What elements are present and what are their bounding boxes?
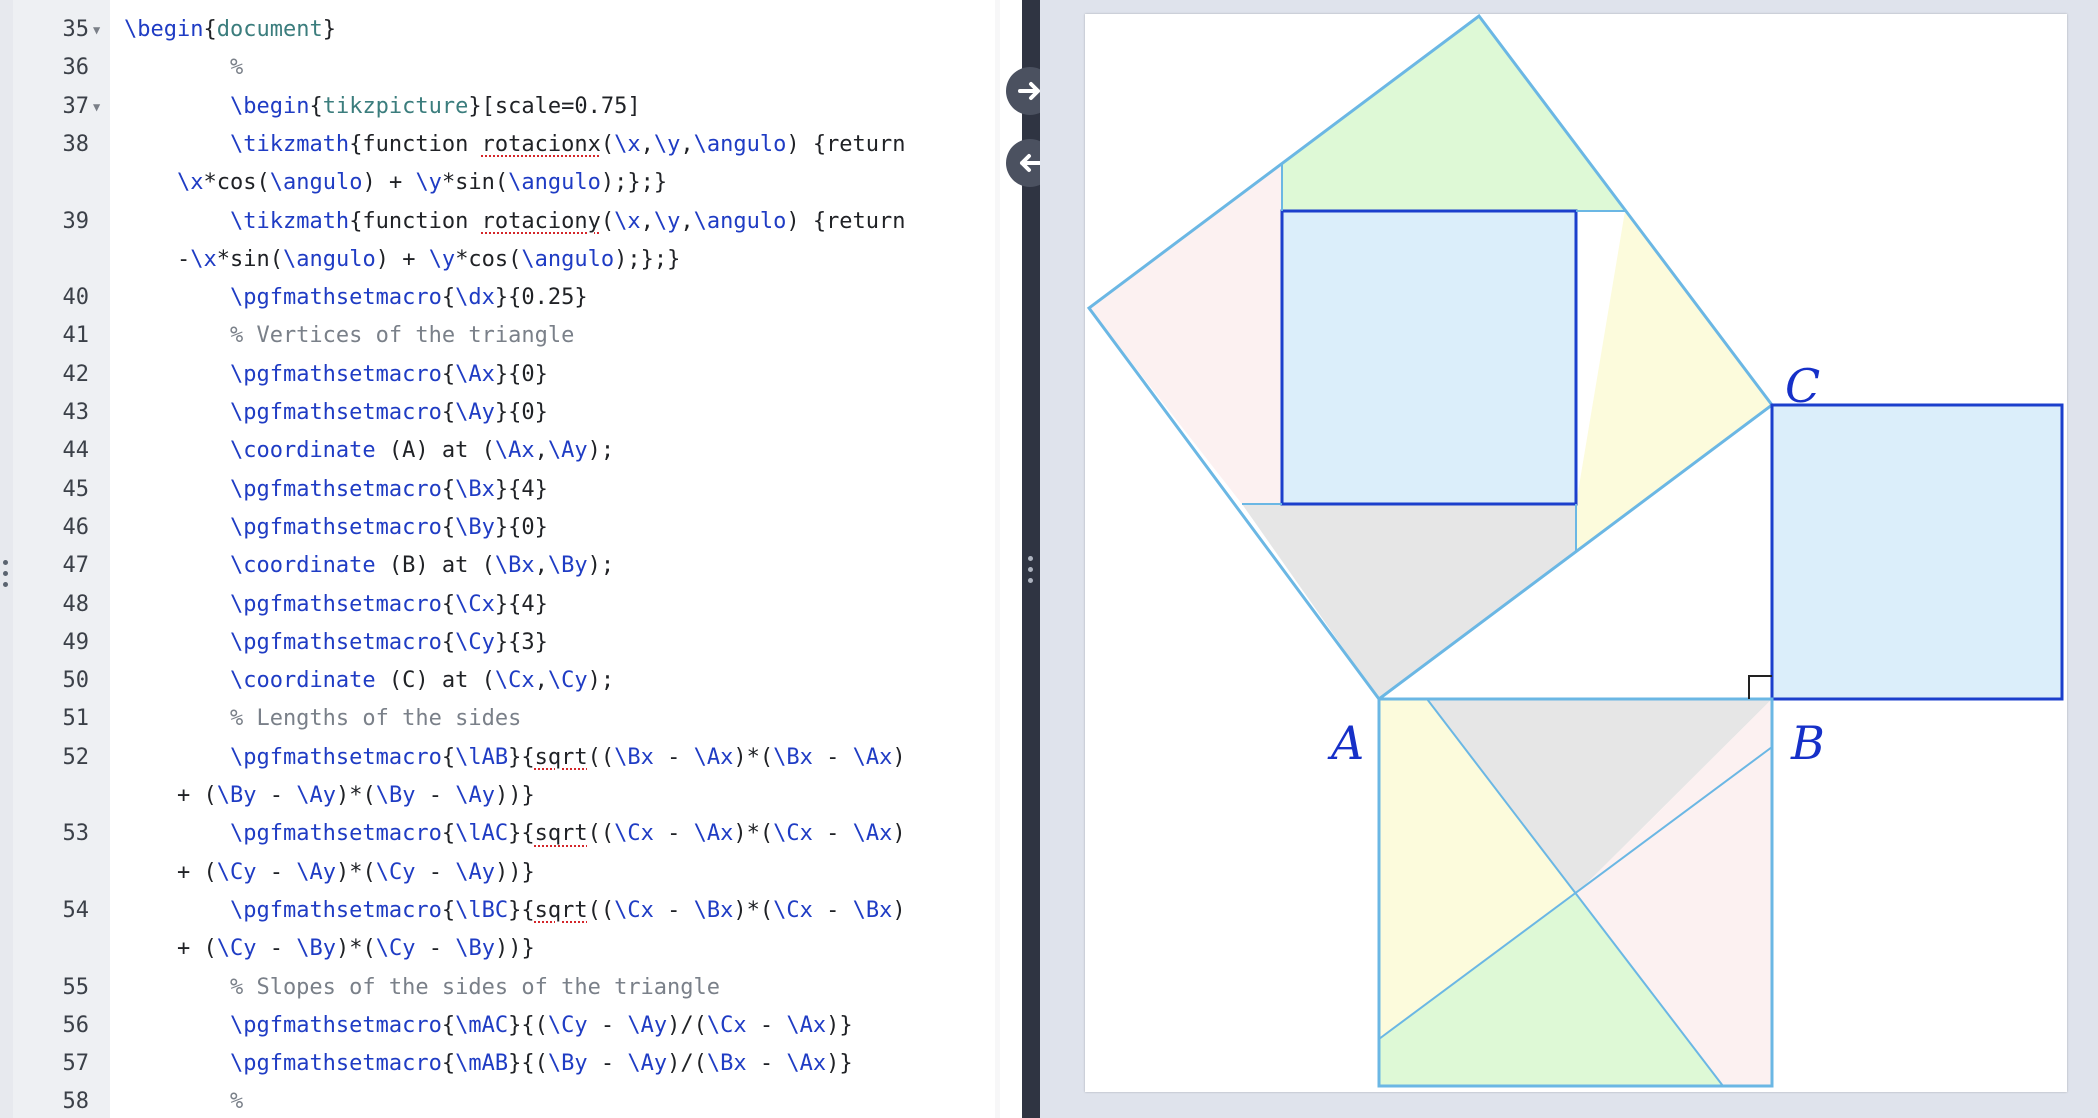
code-line[interactable]: 44 \coordinate (A) at (\Ax,\Ay); bbox=[0, 432, 980, 470]
line-number: 52 bbox=[62, 744, 90, 770]
line-number: 40 bbox=[62, 285, 90, 311]
code-editor[interactable]: 35 ▼ \begin{document} 36 % 37 ▼ \begin{tikzpi… bbox=[0, 0, 1000, 1118]
line-number: 47 bbox=[62, 553, 90, 579]
code-text: \pgfmathsetmacro{\Bx}{4} bbox=[229, 476, 548, 502]
code-line-continuation[interactable]: -\x*sin(\angulo) + \y*cos(\angulo);};} bbox=[0, 241, 980, 279]
code-line-continuation[interactable]: + (\By - \Ay)*(\By - \Ay))} bbox=[0, 777, 980, 815]
code-line[interactable]: 52 \pgfmathsetmacro{\lAB}{sqrt((\Bx - \A… bbox=[0, 739, 980, 777]
line-number: 58 bbox=[62, 1089, 90, 1115]
line-number: 48 bbox=[62, 591, 90, 617]
green-triangle-top bbox=[1282, 16, 1625, 211]
line-number: 57 bbox=[62, 1051, 90, 1077]
code-text: \begin{tikzpicture}[scale=0.75] bbox=[229, 93, 641, 119]
code-text: \pgfmathsetmacro{\Ay}{0} bbox=[229, 400, 548, 425]
label-c: C bbox=[1785, 359, 1820, 413]
pythagoras-figure: A B C bbox=[1086, 14, 2064, 1088]
line-number: 50 bbox=[62, 668, 90, 694]
code-line[interactable]: 48 \pgfmathsetmacro{\Cx}{4} bbox=[0, 586, 980, 624]
code-line[interactable]: 35 ▼ \begin{document} bbox=[0, 11, 980, 49]
code-text: \pgfmathsetmacro{\By}{0} bbox=[229, 514, 548, 540]
code-text: % bbox=[124, 55, 244, 81]
code-line[interactable]: 46 \pgfmathsetmacro{\By}{0} bbox=[0, 509, 980, 547]
code-line[interactable]: 56 \pgfmathsetmacro{\mAC}{(\Cy - \Ay)/(\… bbox=[0, 1007, 980, 1045]
code-line[interactable]: 38 \tikzmath{function rotacionx(\x,\y,\a… bbox=[0, 126, 980, 164]
code-line[interactable]: 51 % Lengths of the sides bbox=[0, 700, 980, 738]
code-line[interactable]: 40 \pgfmathsetmacro{\dx}{0.25} bbox=[0, 279, 980, 317]
code-text: \pgfmathsetmacro{\dx}{0.25} bbox=[229, 285, 588, 311]
code-text: \pgfmathsetmacro{\mAC}{(\Cy - \Ay)/(\Cx … bbox=[229, 1012, 853, 1038]
code-text: + (\Cy - \Ay)*(\Cy - \Ay))} bbox=[177, 859, 535, 885]
code-line[interactable]: 42 \pgfmathsetmacro{\Ax}{0} bbox=[0, 356, 980, 394]
code-text: \x*cos(\angulo) + \y*sin(\angulo);};} bbox=[177, 170, 668, 196]
code-text: \pgfmathsetmacro{\Cy}{3} bbox=[229, 629, 548, 655]
preview-bottom-area bbox=[1040, 1094, 2098, 1118]
right-angle-mark bbox=[1748, 675, 1772, 699]
code-text: \pgfmathsetmacro{\Cx}{4} bbox=[229, 591, 548, 617]
code-text: + (\Cy - \By)*(\Cy - \By))} bbox=[177, 936, 535, 962]
code-text: \pgfmathsetmacro{\lAB}{sqrt((\Bx - \Ax)*… bbox=[229, 744, 906, 770]
code-text: \coordinate (A) at (\Ax,\Ay); bbox=[229, 438, 615, 464]
label-a: A bbox=[1327, 716, 1364, 770]
code-line[interactable]: 36 % bbox=[0, 49, 980, 87]
code-line[interactable]: 49 \pgfmathsetmacro{\Cy}{3} bbox=[0, 624, 980, 662]
code-line[interactable]: 37 ▼ \begin{tikzpicture}[scale=0.75] bbox=[0, 88, 980, 126]
code-text: \pgfmathsetmacro{\lBC}{sqrt((\Cx - \Bx)*… bbox=[229, 897, 906, 923]
code-text: \pgfmathsetmacro{\mAB}{(\By - \Ay)/(\Bx … bbox=[229, 1051, 853, 1077]
code-line-continuation[interactable]: + (\Cy - \Ay)*(\Cy - \Ay))} bbox=[0, 854, 980, 892]
code-text: % Slopes of the sides of the triangle bbox=[124, 974, 721, 1000]
code-line[interactable]: 57 \pgfmathsetmacro{\mAB}{(\By - \Ay)/(\… bbox=[0, 1045, 980, 1083]
label-b: B bbox=[1790, 716, 1825, 770]
line-number: 45 bbox=[62, 476, 90, 502]
pink-quad-left bbox=[1089, 164, 1282, 504]
code-text: \coordinate (C) at (\Cx,\Cy); bbox=[229, 668, 615, 694]
code-line[interactable]: 43 \pgfmathsetmacro{\Ay}{0} bbox=[0, 394, 980, 432]
code-text: + (\By - \Ay)*(\By - \Ay))} bbox=[177, 783, 535, 808]
code-line-continuation[interactable]: + (\Cy - \By)*(\Cy - \By))} bbox=[0, 930, 980, 968]
line-number: 44 bbox=[62, 438, 90, 464]
line-number: 36 bbox=[62, 55, 90, 81]
line-number: 53 bbox=[62, 821, 90, 847]
line-number: 56 bbox=[62, 1012, 90, 1038]
line-number: 54 bbox=[62, 897, 90, 923]
inner-square bbox=[1280, 209, 1578, 506]
code-text: \pgfmathsetmacro{\lAC}{sqrt((\Cx - \Ax)*… bbox=[229, 821, 906, 847]
line-number: 42 bbox=[62, 361, 90, 387]
code-line[interactable]: 50 \coordinate (C) at (\Cx,\Cy); bbox=[0, 662, 980, 700]
line-number: 55 bbox=[62, 974, 90, 1000]
code-text: \pgfmathsetmacro{\Ax}{0} bbox=[229, 361, 548, 387]
line-number: 46 bbox=[62, 514, 90, 540]
fold-toggle-icon[interactable]: ▼ bbox=[93, 11, 100, 49]
code-text: \coordinate (B) at (\Bx,\By); bbox=[229, 553, 615, 579]
code-text: \begin{document} bbox=[124, 17, 336, 42]
bc-square bbox=[1770, 403, 2064, 701]
line-number: 43 bbox=[62, 400, 90, 425]
code-line[interactable]: 55 % Slopes of the sides of the triangle bbox=[0, 969, 980, 1007]
code-text: \tikzmath{function rotacionx(\x,\y,\angu… bbox=[229, 131, 906, 157]
code-text: -\x*sin(\angulo) + \y*cos(\angulo);};} bbox=[177, 246, 681, 272]
line-number: 39 bbox=[62, 208, 90, 234]
code-line-continuation[interactable]: \x*cos(\angulo) + \y*sin(\angulo);};} bbox=[0, 164, 980, 202]
code-text: \tikzmath{function rotaciony(\x,\y,\angu… bbox=[229, 208, 906, 234]
splitter-drag-handle[interactable] bbox=[1026, 556, 1036, 606]
line-number: 38 bbox=[62, 131, 90, 157]
fold-toggle-icon[interactable]: ▼ bbox=[93, 88, 100, 126]
code-line[interactable]: 54 \pgfmathsetmacro{\lBC}{sqrt((\Cx - \B… bbox=[0, 892, 980, 930]
line-number: 49 bbox=[62, 629, 90, 655]
code-line[interactable]: 47 \coordinate (B) at (\Bx,\By); bbox=[0, 547, 980, 585]
yellow-quad-right bbox=[1576, 211, 1772, 552]
line-number: 51 bbox=[62, 706, 90, 732]
gray-triangle-bottom bbox=[1242, 504, 1576, 699]
line-number: 35 bbox=[62, 17, 90, 42]
code-text: % Lengths of the sides bbox=[124, 706, 522, 732]
line-number: 37 bbox=[62, 93, 90, 119]
code-line[interactable]: 58 % bbox=[0, 1083, 980, 1118]
code-line[interactable]: 53 \pgfmathsetmacro{\lAC}{sqrt((\Cx - \A… bbox=[0, 815, 980, 853]
code-text: % bbox=[124, 1089, 244, 1115]
code-line[interactable]: 45 \pgfmathsetmacro{\Bx}{4} bbox=[0, 471, 980, 509]
code-line[interactable]: 41 % Vertices of the triangle bbox=[0, 317, 980, 355]
code-text: % Vertices of the triangle bbox=[124, 323, 575, 349]
code-line[interactable]: 39 \tikzmath{function rotaciony(\x,\y,\a… bbox=[0, 203, 980, 241]
line-number: 41 bbox=[62, 323, 90, 349]
